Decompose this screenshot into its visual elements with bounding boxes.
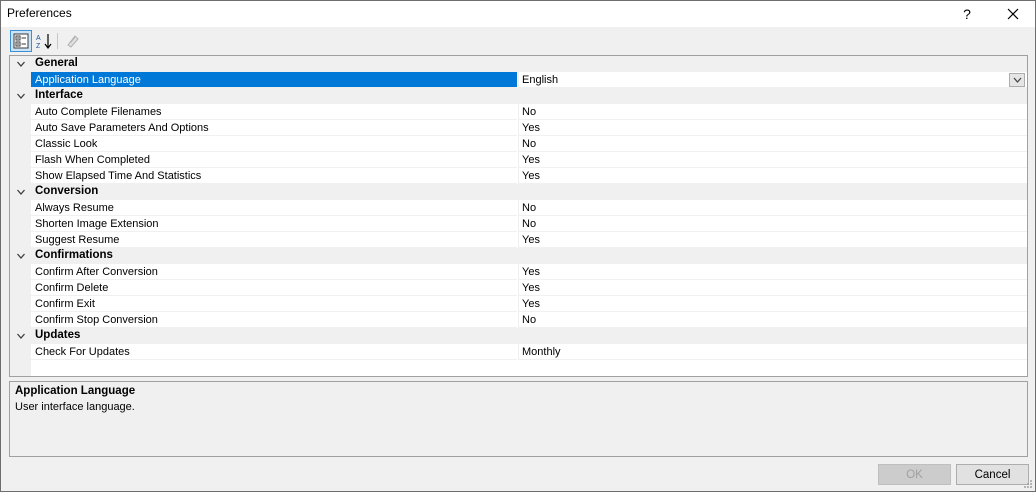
help-pane: Application Language User interface lang… [9,381,1028,457]
property-value-text: No [522,202,537,214]
categorized-view-icon [13,33,29,49]
category-label: Interface [35,89,83,101]
property-name[interactable]: Flash When Completed [31,152,517,168]
property-value[interactable]: No [518,216,1027,232]
property-row[interactable]: Confirm Exit Yes [10,296,1027,312]
property-value-text: No [522,138,537,150]
property-row[interactable]: Confirm After Conversion Yes [10,264,1027,280]
category-row[interactable]: Confirmations [10,248,1027,264]
help-description: User interface language. [15,401,135,413]
property-value-text: No [522,314,537,326]
alphabetical-sort-button[interactable]: A Z [33,30,55,52]
property-row[interactable]: Auto Complete Filenames No [10,104,1027,120]
property-pages-icon [67,35,79,48]
property-name[interactable]: Classic Look [31,136,517,152]
property-row[interactable]: Show Elapsed Time And Statistics Yes [10,168,1027,184]
preferences-window: Preferences ? A Z General Application La… [0,0,1036,492]
property-name[interactable]: Shorten Image Extension [31,216,517,232]
property-value[interactable]: Yes [518,120,1027,136]
category-label: General [35,57,78,69]
property-name[interactable]: Suggest Resume [31,232,517,248]
property-pages-button[interactable] [62,30,84,52]
property-row[interactable]: Flash When Completed Yes [10,152,1027,168]
property-row[interactable]: Auto Save Parameters And Options Yes [10,120,1027,136]
resize-grip-icon[interactable] [1023,479,1033,489]
property-name[interactable]: Auto Complete Filenames [31,104,517,120]
language-dropdown-button[interactable] [1009,73,1025,87]
property-row[interactable]: Always Resume No [10,200,1027,216]
property-row[interactable]: Suggest Resume Yes [10,232,1027,248]
property-value[interactable]: Yes [518,232,1027,248]
property-value[interactable]: Monthly [518,344,1027,360]
chevron-down-icon[interactable] [14,89,28,103]
property-row[interactable]: Check For Updates Monthly [10,344,1027,360]
property-value-text: Yes [522,282,540,294]
property-value-text: Yes [522,170,540,182]
ok-button[interactable]: OK [878,464,951,485]
property-name[interactable]: Confirm Delete [31,280,517,296]
property-value[interactable]: No [518,200,1027,216]
property-row[interactable]: Classic Look No [10,136,1027,152]
chevron-down-icon[interactable] [14,57,28,71]
property-name[interactable]: Confirm After Conversion [31,264,517,280]
property-name[interactable]: Auto Save Parameters And Options [31,120,517,136]
property-value[interactable]: Yes [518,264,1027,280]
property-name[interactable]: Confirm Stop Conversion [31,312,517,328]
property-name[interactable]: Application Language [31,72,517,88]
close-icon [1007,8,1019,20]
property-name[interactable]: Check For Updates [31,344,517,360]
svg-text:Z: Z [36,43,41,50]
category-label: Updates [35,329,81,341]
property-value-text: English [522,74,559,86]
property-value-text: Yes [522,234,540,246]
property-value[interactable]: No [518,136,1027,152]
category-row[interactable]: Conversion [10,184,1027,200]
alphabetical-sort-icon: A Z [36,34,52,50]
property-value-text: Yes [522,266,540,278]
title-bar: Preferences ? [1,1,1035,27]
property-value-text: Yes [522,122,540,134]
help-button[interactable]: ? [945,1,989,27]
property-value[interactable]: No [518,312,1027,328]
property-value-text: Yes [522,154,540,166]
property-value-text: Monthly [522,346,561,358]
category-label: Confirmations [35,249,113,261]
chevron-down-icon [1013,77,1021,83]
property-row[interactable]: Confirm Delete Yes [10,280,1027,296]
category-row[interactable]: Updates [10,328,1027,344]
chevron-down-icon[interactable] [14,185,28,199]
window-title: Preferences [7,6,72,20]
property-value[interactable]: English [518,72,1027,88]
categorized-view-button[interactable] [10,30,32,52]
property-row[interactable]: Confirm Stop Conversion No [10,312,1027,328]
property-value[interactable]: Yes [518,168,1027,184]
property-row[interactable]: Shorten Image Extension No [10,216,1027,232]
category-label: Conversion [35,185,99,197]
property-row[interactable]: Application Language English [10,72,1027,88]
cancel-button[interactable]: Cancel [956,464,1029,485]
property-name[interactable]: Always Resume [31,200,517,216]
property-name[interactable]: Confirm Exit [31,296,517,312]
property-value[interactable]: Yes [518,296,1027,312]
property-value-text: No [522,106,537,118]
category-row[interactable]: Interface [10,88,1027,104]
property-value-text: Yes [522,298,540,310]
property-name[interactable]: Show Elapsed Time And Statistics [31,168,517,184]
property-value[interactable]: Yes [518,280,1027,296]
close-button[interactable] [991,1,1035,27]
property-grid[interactable]: General Application Language English Interf… [9,55,1028,377]
property-value-text: No [522,218,537,230]
toolbar: A Z [7,30,1031,52]
svg-text:A: A [36,35,41,42]
property-value[interactable]: No [518,104,1027,120]
chevron-down-icon[interactable] [14,249,28,263]
property-value[interactable]: Yes [518,152,1027,168]
chevron-down-icon[interactable] [14,329,28,343]
category-row[interactable]: General [10,56,1027,72]
toolbar-separator [57,33,58,49]
help-title: Application Language [15,385,136,397]
